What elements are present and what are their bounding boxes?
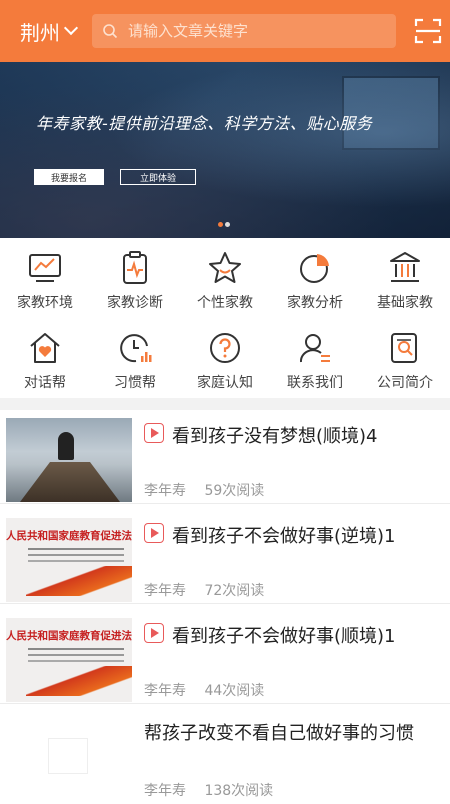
article-thumbnail: 人民共和国家庭教育促进法》 bbox=[6, 618, 132, 702]
grid-item-basic[interactable]: 基础家教 bbox=[360, 238, 450, 318]
list-item[interactable]: 看到孩子没有梦想(顺境)4 李年寿 59次阅读 bbox=[0, 410, 450, 504]
grid-item-analysis[interactable]: 家教分析 bbox=[270, 238, 360, 318]
grid-item-about[interactable]: 公司简介 bbox=[360, 318, 450, 398]
thumbnail-caption: 人民共和国家庭教育促进法》 bbox=[6, 630, 132, 642]
article-reads: 138次阅读 bbox=[204, 783, 274, 799]
grid-label: 家教分析 bbox=[287, 295, 343, 311]
article-author: 李年寿 bbox=[144, 783, 186, 799]
grid-label: 家庭认知 bbox=[197, 375, 253, 391]
grid-item-environment[interactable]: 家教环境 bbox=[0, 238, 90, 318]
list-item[interactable]: 人民共和国家庭教育促进法》 看到孩子不会做好事(逆境)1 李年寿 72次阅读 bbox=[0, 510, 450, 604]
list-item[interactable]: 人民共和国家庭教育促进法》 看到孩子不会做好事(顺境)1 李年寿 44次阅读 bbox=[0, 610, 450, 704]
article-thumbnail bbox=[6, 718, 132, 802]
grid-label: 习惯帮 bbox=[114, 375, 156, 391]
article-reads: 44次阅读 bbox=[204, 683, 265, 699]
grid-label: 家教环境 bbox=[17, 295, 73, 311]
grid-label: 联系我们 bbox=[287, 375, 343, 391]
grid-item-personal[interactable]: 个性家教 bbox=[180, 238, 270, 318]
article-thumbnail bbox=[6, 418, 132, 502]
clipboard-pulse-icon bbox=[123, 251, 147, 284]
article-author: 李年寿 bbox=[144, 683, 186, 699]
grid-label: 个性家教 bbox=[197, 295, 253, 311]
clock-bars-icon bbox=[120, 334, 152, 363]
article-author: 李年寿 bbox=[144, 483, 186, 499]
article-title: 看到孩子不会做好事(逆境)1 bbox=[172, 526, 396, 547]
top-bar: 荆州 bbox=[0, 0, 450, 62]
feature-grid: 家教环境 家教诊断 个性家教 家教分析 基础家教 对话帮 习惯帮 家庭认知 联系… bbox=[0, 238, 450, 398]
grid-item-contact[interactable]: 联系我们 bbox=[270, 318, 360, 398]
grid-item-family[interactable]: 家庭认知 bbox=[180, 318, 270, 398]
search-icon bbox=[103, 24, 118, 39]
grid-label: 对话帮 bbox=[24, 375, 66, 391]
search-input[interactable] bbox=[128, 22, 378, 40]
city-selector[interactable]: 荆州 bbox=[20, 17, 82, 46]
video-play-icon bbox=[144, 423, 164, 443]
bank-icon bbox=[390, 252, 420, 282]
city-label: 荆州 bbox=[20, 20, 60, 45]
signup-button[interactable]: 我要报名 bbox=[34, 169, 104, 185]
article-title: 看到孩子不会做好事(顺境)1 bbox=[172, 626, 396, 647]
scan-icon[interactable] bbox=[414, 17, 442, 45]
article-thumbnail: 人民共和国家庭教育促进法》 bbox=[6, 518, 132, 602]
star-icon bbox=[209, 252, 241, 283]
grid-label: 家教诊断 bbox=[107, 295, 163, 311]
question-circle-icon bbox=[210, 333, 240, 363]
chevron-down-icon bbox=[63, 20, 79, 36]
search-box[interactable] bbox=[92, 14, 396, 48]
carousel-dots bbox=[218, 222, 230, 227]
list-item[interactable]: 帮孩子改变不看自己做好事的习惯 李年寿 138次阅读 bbox=[0, 710, 450, 804]
section-divider bbox=[0, 398, 450, 410]
monitor-chart-icon bbox=[29, 254, 61, 282]
carousel-dot-active[interactable] bbox=[218, 222, 223, 227]
article-reads: 59次阅读 bbox=[204, 483, 265, 499]
article-title: 看到孩子没有梦想(顺境)4 bbox=[172, 426, 378, 447]
grid-item-habit[interactable]: 习惯帮 bbox=[90, 318, 180, 398]
try-now-button[interactable]: 立即体验 bbox=[120, 169, 196, 185]
grid-item-diagnosis[interactable]: 家教诊断 bbox=[90, 238, 180, 318]
pie-chart-icon bbox=[300, 254, 329, 283]
thumbnail-caption: 人民共和国家庭教育促进法》 bbox=[6, 530, 132, 542]
promo-banner[interactable]: 年寿家教-提供前沿理念、科学方法、贴心服务 我要报名 立即体验 bbox=[0, 62, 450, 238]
banner-photo bbox=[0, 62, 450, 238]
carousel-dot[interactable] bbox=[225, 222, 230, 227]
video-play-icon bbox=[144, 523, 164, 543]
grid-item-dialog[interactable]: 对话帮 bbox=[0, 318, 90, 398]
doc-search-icon bbox=[391, 333, 417, 363]
home-heart-icon bbox=[30, 333, 60, 363]
article-reads: 72次阅读 bbox=[204, 583, 265, 599]
grid-label: 公司简介 bbox=[377, 375, 433, 391]
article-author: 李年寿 bbox=[144, 583, 186, 599]
grid-label: 基础家教 bbox=[377, 295, 433, 311]
user-contact-icon bbox=[299, 334, 330, 363]
article-title: 帮孩子改变不看自己做好事的习惯 bbox=[144, 723, 414, 744]
banner-slogan: 年寿家教-提供前沿理念、科学方法、贴心服务 bbox=[36, 114, 373, 133]
video-play-icon bbox=[144, 623, 164, 643]
